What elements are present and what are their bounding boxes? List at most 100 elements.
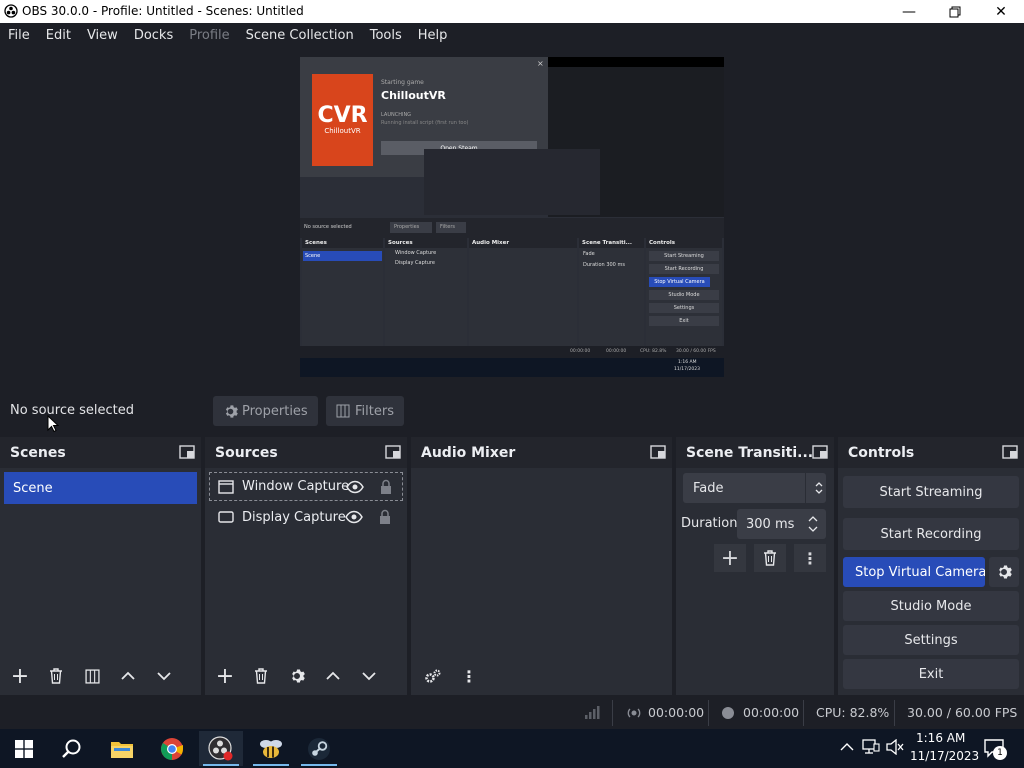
nested-stream-time: 00:00:00: [570, 349, 591, 354]
add-scene-button[interactable]: +: [4, 662, 36, 690]
no-source-label: No source selected: [10, 403, 134, 418]
studio-mode-button[interactable]: Studio Mode: [843, 591, 1019, 621]
add-transition-button[interactable]: +: [714, 544, 746, 572]
sources-dock: Sources Window Capture Display Capture +: [205, 437, 407, 695]
audio-menu-button[interactable]: ⋮: [453, 662, 485, 690]
nested-duration: Duration 300 ms: [579, 260, 644, 270]
menu-help[interactable]: Help: [410, 28, 456, 43]
nested-transitions-title: Scene Transiti...: [579, 238, 644, 248]
nested-scenes-dock: Scenes Scene: [302, 238, 383, 346]
windows-logo-icon: [15, 739, 33, 758]
monitor-icon: [218, 510, 234, 523]
start-recording-button[interactable]: Start Recording: [843, 518, 1019, 550]
remove-source-button[interactable]: [245, 662, 277, 690]
nested-audio-title: Audio Mixer: [469, 238, 577, 248]
scene-filters-button[interactable]: [76, 662, 108, 690]
lock-icon[interactable]: [380, 479, 392, 495]
scenes-toolbar: +: [0, 657, 201, 695]
stop-virtual-camera-button[interactable]: Stop Virtual Camera: [843, 557, 985, 587]
remove-scene-button[interactable]: [40, 662, 72, 690]
launch-note: Running install script (first run too): [381, 120, 469, 126]
add-source-button[interactable]: +: [209, 662, 241, 690]
settings-button[interactable]: Settings: [843, 625, 1019, 655]
undock-icon[interactable]: [812, 445, 828, 459]
move-source-up-button[interactable]: [317, 662, 349, 690]
eye-icon[interactable]: [346, 480, 364, 494]
volume-muted-icon[interactable]: [886, 739, 904, 755]
minimize-icon: —: [902, 3, 916, 20]
start-streaming-button[interactable]: Start Streaming: [843, 476, 1019, 508]
nested-taskbar: 1:16 AM 11/17/2023: [300, 358, 724, 377]
fps-readout: 30.00 / 60.00 FPS: [907, 705, 1018, 720]
nested-controls-title: Controls: [646, 238, 722, 248]
spin-arrows-icon[interactable]: [807, 515, 819, 533]
move-scene-up-button[interactable]: [112, 662, 144, 690]
menu-profile[interactable]: Profile: [181, 28, 237, 43]
undock-icon[interactable]: [179, 445, 195, 459]
launching-label: LAUNCHING: [381, 112, 412, 118]
properties-button[interactable]: Properties: [213, 396, 318, 426]
nested-sources-title: Sources: [385, 238, 467, 248]
taskbar-chrome[interactable]: [150, 731, 194, 766]
exit-button[interactable]: Exit: [843, 659, 1019, 689]
nested-scenes-title: Scenes: [302, 238, 383, 248]
undock-icon[interactable]: [650, 445, 666, 459]
chevron-up-icon: [121, 671, 135, 680]
undock-icon[interactable]: [1002, 445, 1018, 459]
chevron-down-icon: [157, 672, 171, 681]
menu-tools[interactable]: Tools: [362, 28, 410, 43]
taskbar-chilloutvr[interactable]: [249, 731, 293, 766]
menu-file[interactable]: File: [0, 28, 38, 43]
taskbar-file-explorer[interactable]: [100, 731, 144, 766]
nested-transitions-dock: Scene Transiti... Fade Duration 300 ms: [579, 238, 644, 346]
minimize-button[interactable]: —: [886, 0, 932, 23]
transition-select[interactable]: Fade: [683, 473, 826, 503]
nested-sources-dock: Sources Window Capture Display Capture: [385, 238, 467, 346]
preview-canvas[interactable]: CVR ChilloutVR Starting game ChilloutVR …: [300, 57, 724, 377]
obs-icon: [208, 735, 233, 760]
undock-icon[interactable]: [385, 445, 401, 459]
remove-transition-button[interactable]: [754, 544, 786, 572]
nested-properties: Properties: [390, 222, 432, 233]
nested-duration-value: 300 ms: [606, 262, 625, 268]
chevron-up-icon[interactable]: [840, 742, 854, 752]
source-item-window-capture[interactable]: Window Capture: [209, 472, 403, 501]
menu-docks[interactable]: Docks: [126, 28, 181, 43]
advanced-audio-button[interactable]: [417, 662, 449, 690]
source-item-display-capture[interactable]: Display Capture: [209, 503, 403, 532]
move-source-down-button[interactable]: [353, 662, 385, 690]
virtual-camera-settings-button[interactable]: [989, 557, 1019, 587]
nested-source-display: Display Capture: [395, 260, 435, 266]
scene-item[interactable]: Scene: [4, 472, 197, 504]
maximize-button[interactable]: [932, 0, 978, 23]
filters-button[interactable]: Filters: [326, 396, 404, 426]
nested-start-recording: Start Recording: [649, 264, 719, 274]
game-logo-text: ChilloutVR: [324, 127, 361, 135]
nested-scene-item: Scene: [303, 251, 382, 261]
transition-menu-button[interactable]: ⋮: [794, 544, 826, 572]
search-button[interactable]: [50, 731, 94, 766]
clock-date[interactable]: 11/17/2023: [910, 749, 979, 763]
game-status: Starting game: [381, 79, 424, 86]
source-properties-button[interactable]: [281, 662, 313, 690]
scenes-title-text: Scenes: [10, 444, 66, 461]
notification-center-button[interactable]: 1: [981, 737, 1007, 761]
audio-mixer-title-text: Audio Mixer: [421, 444, 516, 461]
network-icon[interactable]: [862, 739, 880, 755]
gears-icon: [425, 669, 441, 683]
menu-view[interactable]: View: [79, 28, 126, 43]
lock-icon[interactable]: [379, 509, 391, 525]
menu-edit[interactable]: Edit: [38, 28, 79, 43]
taskbar-steam[interactable]: [297, 731, 341, 766]
nested-record-time: 00:00:00: [606, 349, 627, 354]
close-button[interactable]: ✕: [978, 0, 1024, 23]
clock-time[interactable]: 1:16 AM: [916, 731, 965, 745]
nested-fade: Fade: [583, 251, 595, 257]
duration-input[interactable]: 300 ms: [737, 509, 826, 539]
move-scene-down-button[interactable]: [148, 662, 180, 690]
taskbar-obs[interactable]: [199, 731, 243, 766]
menu-scene-collection[interactable]: Scene Collection: [238, 28, 362, 43]
eye-icon[interactable]: [345, 510, 363, 524]
more-vertical-icon: ⋮: [802, 548, 818, 568]
start-button[interactable]: [2, 731, 46, 766]
